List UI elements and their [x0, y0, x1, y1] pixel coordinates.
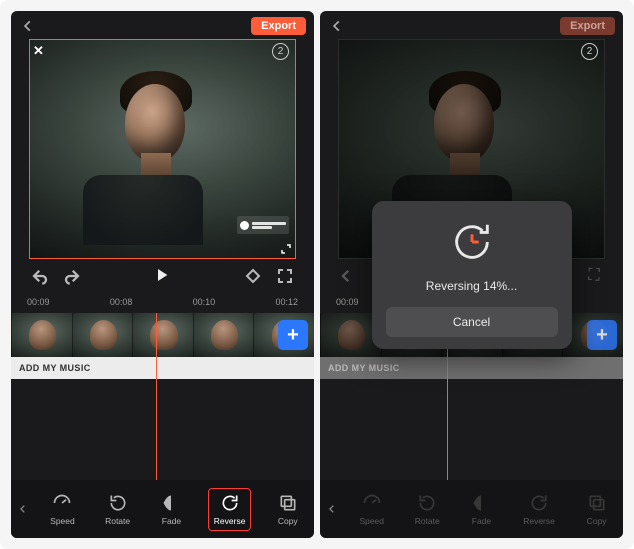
video-preview[interactable]: ✕ 2: [29, 39, 296, 259]
transport-controls: [11, 259, 314, 293]
keyframe-icon[interactable]: [244, 267, 262, 285]
speed-icon: [51, 493, 73, 513]
tool-label: Speed: [50, 516, 75, 526]
playhead[interactable]: [156, 313, 157, 480]
screen-editor-processing: Export 2 ◇ ⛶ 00:09: [320, 11, 623, 538]
video-clip[interactable]: [11, 313, 314, 357]
tool-label: Copy: [278, 516, 298, 526]
play-icon[interactable]: [154, 267, 172, 285]
copy-icon: [277, 493, 299, 513]
cancel-button[interactable]: Cancel: [386, 307, 558, 337]
reverse-icon: [219, 493, 241, 513]
timecode: 00:10: [193, 297, 216, 307]
resize-handle-icon[interactable]: [280, 243, 292, 255]
redo-icon[interactable]: [63, 267, 81, 285]
watermark: [237, 216, 289, 234]
close-icon[interactable]: ✕: [33, 43, 44, 59]
timecode: 00:08: [110, 297, 133, 307]
tool-fade[interactable]: Fade: [155, 489, 187, 530]
export-button[interactable]: Export: [251, 17, 306, 35]
tool-reverse[interactable]: Reverse: [208, 488, 252, 531]
tool-bar: Speed Rotate Fade Reverse Copy: [11, 480, 314, 538]
progress-status: Reversing 14%...: [426, 279, 517, 293]
rotate-icon: [107, 493, 129, 513]
tool-scroll-left-icon[interactable]: [11, 504, 35, 514]
tool-copy[interactable]: Copy: [272, 489, 304, 530]
reverse-progress-icon: [449, 219, 495, 265]
add-music-button[interactable]: ADD MY MUSIC: [11, 357, 314, 379]
video-frame: [30, 40, 295, 258]
tool-label: Fade: [162, 516, 181, 526]
tool-label: Rotate: [105, 516, 130, 526]
video-track[interactable]: +: [11, 313, 314, 357]
tool-speed[interactable]: Speed: [45, 489, 80, 530]
undo-icon[interactable]: [31, 267, 49, 285]
timeline-ruler: 00:09 00:08 00:10 00:12: [11, 293, 314, 313]
screen-editor: Export ✕ 2: [11, 11, 314, 538]
timeline-area[interactable]: [11, 379, 314, 480]
timecode: 00:09: [27, 297, 50, 307]
layer-badge: 2: [272, 43, 289, 60]
fade-icon: [160, 493, 182, 513]
tool-rotate[interactable]: Rotate: [100, 489, 135, 530]
progress-modal: Reversing 14%... Cancel: [320, 11, 623, 538]
fullscreen-icon[interactable]: [276, 267, 294, 285]
back-icon[interactable]: [19, 17, 37, 35]
tool-label: Reverse: [214, 516, 246, 526]
add-clip-button[interactable]: +: [278, 320, 308, 350]
timecode: 00:12: [275, 297, 298, 307]
